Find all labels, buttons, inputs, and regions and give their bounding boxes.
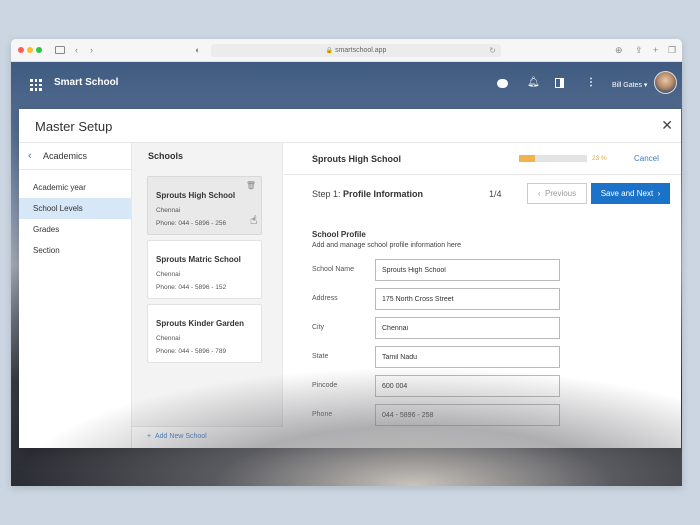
sidebar-item-grades[interactable]: Grades — [19, 219, 131, 240]
sidebar-item-section[interactable]: Section — [19, 240, 131, 261]
app-title: Smart School — [54, 77, 119, 88]
form-row: State — [312, 346, 562, 368]
modal-header: Master Setup ✕ — [19, 109, 681, 143]
form-row: Phone — [312, 404, 562, 426]
pincode-label: Pincode — [312, 382, 338, 389]
phone-input[interactable] — [375, 404, 560, 426]
modal-title: Master Setup — [35, 119, 113, 134]
form-row: Address — [312, 288, 562, 310]
step-prefix: Step 1: — [312, 189, 341, 199]
user-menu[interactable]: Bill Gates ▾ — [612, 81, 647, 89]
school-name-input[interactable] — [375, 259, 560, 281]
pincode-input[interactable] — [375, 375, 560, 397]
maximize-window-button[interactable] — [36, 47, 42, 53]
hand-cursor-icon: ☝︎ — [250, 213, 258, 227]
school-name: Sprouts Kinder Garden — [156, 319, 245, 328]
previous-button[interactable]: ‹ Previous — [527, 183, 587, 204]
school-phone: Phone: 044 - 5896 - 152 — [156, 284, 227, 291]
master-setup-modal: Master Setup ✕ ‹ Academics Academic year… — [19, 109, 681, 448]
schools-title: Schools — [148, 151, 184, 161]
step-row: Step 1: Profile Information 1/4 ‹ Previo… — [284, 175, 681, 211]
download-icon[interactable]: ⊕ — [615, 44, 623, 56]
chevron-left-icon: ‹ — [537, 189, 541, 198]
chat-icon[interactable] — [497, 79, 508, 88]
academics-sidebar: ‹ Academics Academic year School Levels Gr… — [19, 143, 132, 448]
step-name: Profile Information — [343, 189, 424, 199]
sidebar-item-school-levels[interactable]: School Levels — [19, 198, 131, 219]
close-icon[interactable]: ✕ — [661, 117, 673, 134]
trash-icon[interactable]: 🗑︎ — [246, 181, 256, 190]
progress-bar — [519, 155, 587, 162]
url-text: smartschool.app — [335, 47, 387, 54]
avatar[interactable] — [654, 71, 677, 94]
city-input[interactable] — [375, 317, 560, 339]
phone-label: Phone — [312, 411, 333, 418]
schools-header: Schools — [132, 143, 282, 170]
new-tab-icon[interactable]: + — [653, 44, 658, 56]
save-and-next-label: Save and Next — [600, 189, 654, 198]
more-vertical-icon[interactable]: ⋮ — [586, 77, 596, 89]
school-card[interactable]: Sprouts Kinder Garden Chennai Phone: 044 -… — [147, 304, 262, 363]
browser-toolbar: ‹ › ◐ 🔒 smartschool.app ↻ ⊕ ⇪ + ❐ — [11, 39, 682, 62]
share-icon[interactable]: ⇪ — [635, 44, 643, 56]
app-header: Smart School 🔔︎ ⋮ Bill Gates ▾ — [11, 62, 682, 108]
sidebar-item-academic-year[interactable]: Academic year — [19, 177, 131, 198]
school-phone: Phone: 044 - 5896 - 789 — [156, 348, 227, 355]
back-arrow-icon[interactable]: ‹ — [75, 44, 78, 56]
school-title: Sprouts High School — [312, 154, 401, 164]
school-city: Chennai — [156, 271, 181, 278]
sidebar-header: ‹ Academics — [19, 143, 131, 170]
school-phone: Phone: 044 - 5896 - 256 — [156, 220, 227, 227]
city-label: City — [312, 324, 325, 331]
address-label: Address — [312, 295, 338, 302]
add-new-school-button[interactable]: + Add New School — [147, 433, 207, 440]
section-title: School Profile — [312, 230, 366, 239]
school-name: Sprouts Matric School — [156, 255, 241, 264]
sidebar-title: Academics — [43, 151, 88, 161]
add-new-school-label: Add New School — [154, 433, 207, 440]
sidebar-nav: Academic year School Levels Grades Section — [19, 170, 131, 261]
sidebar-toggle-icon[interactable] — [55, 46, 65, 54]
state-input[interactable] — [375, 346, 560, 368]
apps-grid-icon[interactable] — [30, 79, 42, 91]
chevron-right-icon: › — [657, 189, 661, 198]
minimize-window-button[interactable] — [27, 47, 33, 53]
close-window-button[interactable] — [18, 47, 24, 53]
schools-column: Schools Sprouts High School Chennai Phone:… — [132, 143, 283, 448]
progress-percent: 23 % — [592, 155, 607, 162]
schools-footer: + Add New School — [132, 426, 283, 448]
tabs-overview-icon[interactable]: ❐ — [668, 44, 676, 56]
reload-icon[interactable]: ↻ — [489, 44, 496, 57]
address-input[interactable] — [375, 288, 560, 310]
form-row: School Name — [312, 259, 562, 281]
step-label: Step 1: Profile Information — [312, 189, 423, 199]
school-card[interactable]: Sprouts High School Chennai Phone: 044 - 5… — [147, 176, 262, 235]
detail-header: Sprouts High School 23 % Cancel — [284, 143, 681, 175]
school-detail-panel: Sprouts High School 23 % Cancel Step 1: … — [284, 143, 681, 448]
school-city: Chennai — [156, 335, 181, 342]
school-name-label: School Name — [312, 266, 355, 273]
app-background: Smart School 🔔︎ ⋮ Bill Gates ▾ Master Se… — [11, 62, 682, 486]
chevron-left-icon[interactable]: ‹ — [28, 150, 32, 162]
school-city: Chennai — [156, 207, 181, 214]
cancel-button[interactable]: Cancel — [634, 154, 659, 163]
form-row: Pincode — [312, 375, 562, 397]
save-and-next-button[interactable]: Save and Next › — [591, 183, 670, 204]
state-label: State — [312, 353, 329, 360]
panel-icon[interactable] — [555, 78, 564, 88]
form-row: City — [312, 317, 562, 339]
forward-arrow-icon[interactable]: › — [90, 44, 93, 56]
lock-icon: 🔒 — [325, 48, 334, 54]
school-card[interactable]: Sprouts Matric School Chennai Phone: 044 -… — [147, 240, 262, 299]
progress-fill — [519, 155, 535, 162]
address-bar[interactable]: 🔒 smartschool.app ↻ — [211, 44, 501, 57]
shield-icon[interactable]: ◐ — [195, 44, 200, 56]
section-subtitle: Add and manage school profile informatio… — [312, 242, 462, 249]
step-count: 1/4 — [489, 189, 502, 199]
previous-label: Previous — [545, 189, 577, 198]
school-name: Sprouts High School — [156, 191, 236, 200]
browser-window: ‹ › ◐ 🔒 smartschool.app ↻ ⊕ ⇪ + ❐ Smart S… — [11, 39, 682, 486]
bell-icon[interactable]: 🔔︎ — [527, 77, 540, 89]
